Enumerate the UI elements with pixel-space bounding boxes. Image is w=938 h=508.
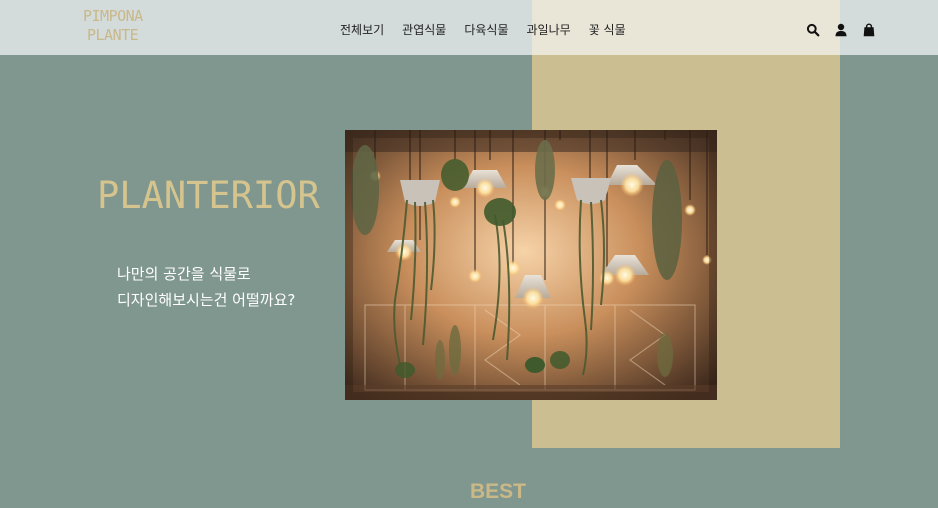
hero-photo-hanging-plants [345,130,717,400]
nav-item-flowering[interactable]: 꽃 식물 [589,21,626,38]
hero-subtitle-line-1: 나만의 공간을 식물로 [117,265,251,283]
main-nav: 전체보기 관엽식물 다육식물 과일나무 꽃 식물 [340,21,626,38]
best-section-heading: BEST [470,480,527,503]
hero-subtitle: 나만의 공간을 식물로 디자인해보시는건 어떨까요? [117,261,295,313]
nav-item-all[interactable]: 전체보기 [340,21,384,38]
brand-logo[interactable]: PIMPONA PLANTE [83,7,143,45]
shopping-bag-icon[interactable] [862,22,876,37]
logo-line-1: PIMPONA [83,7,143,25]
search-icon[interactable] [806,22,820,37]
user-icon[interactable] [834,22,848,37]
nav-item-foliage[interactable]: 관엽식물 [402,21,446,38]
nav-item-fruit-tree[interactable]: 과일나무 [527,21,571,38]
nav-item-succulent[interactable]: 다육식물 [464,21,508,38]
header-icons [806,22,876,37]
logo-line-2: PLANTE [87,26,139,44]
site-header: PIMPONA PLANTE 전체보기 관엽식물 다육식물 과일나무 꽃 식물 [0,0,938,55]
page: PIMPONA PLANTE 전체보기 관엽식물 다육식물 과일나무 꽃 식물 [0,0,938,508]
hero-subtitle-line-2: 디자인해보시는건 어떨까요? [117,291,296,309]
hero-title: PLANTERIOR [97,174,320,217]
